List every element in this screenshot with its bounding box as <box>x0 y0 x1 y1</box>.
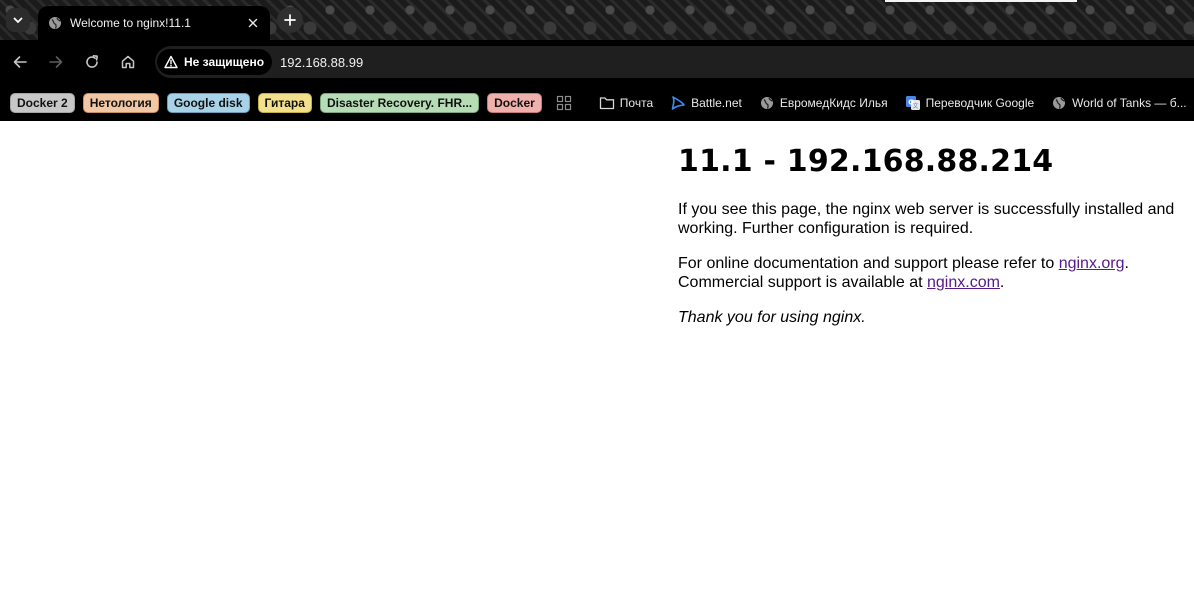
battlenet-icon <box>670 95 686 111</box>
bookmarks-bar: Docker 2 Нетология Google disk Гитара Di… <box>0 84 1194 121</box>
home-button[interactable] <box>116 50 140 74</box>
tab-group-chip[interactable]: Docker 2 <box>10 92 75 113</box>
support-text: For online documentation and support ple… <box>678 255 1059 272</box>
google-translate-icon: G文 <box>905 95 921 111</box>
tab-strip: Welcome to nginx!11.1 <box>0 0 1194 40</box>
bookmark-evromedkids[interactable]: ЕвромедКидс Илья <box>759 95 888 111</box>
bookmark-label: ЕвромедКидс Илья <box>779 95 888 110</box>
tab-group-chip[interactable]: Гитара <box>257 92 312 113</box>
support-paragraph: For online documentation and support ple… <box>678 254 1194 292</box>
home-icon <box>120 54 136 70</box>
plus-icon <box>284 14 296 26</box>
thanks-paragraph: Thank you for using nginx. <box>678 308 1194 327</box>
reload-button[interactable] <box>80 50 104 74</box>
globe-icon <box>48 16 62 30</box>
apps-grid-icon[interactable] <box>556 95 572 111</box>
back-arrow-icon <box>12 54 28 70</box>
bookmark-label: Переводчик Google <box>925 95 1035 110</box>
chevron-down-icon <box>12 14 24 26</box>
bookmark-label: Battle.net <box>691 95 742 110</box>
active-tab[interactable]: Welcome to nginx!11.1 <box>38 6 270 40</box>
reload-icon <box>84 54 100 70</box>
commercial-text: Commercial support is available at <box>678 274 927 291</box>
bookmark-world-of-tanks[interactable]: World of Tanks — б... <box>1051 95 1187 111</box>
address-bar[interactable]: Не защищено 192.168.88.99 <box>155 46 1194 78</box>
toolbar: Не защищено 192.168.88.99 <box>0 40 1194 84</box>
folder-icon <box>599 95 615 111</box>
forward-arrow-icon <box>48 54 64 70</box>
globe-icon <box>1051 95 1067 111</box>
thanks-text: Thank you for using nginx. <box>678 309 866 326</box>
page-content: 11.1 - 192.168.88.214 If you see this pa… <box>678 121 1194 327</box>
intro-paragraph: If you see this page, the nginx web serv… <box>678 201 1175 237</box>
tab-group-chip[interactable]: Disaster Recovery. FHR... <box>319 92 480 113</box>
new-tab-button[interactable] <box>277 7 303 33</box>
bookmark-google-translate[interactable]: G文 Переводчик Google <box>905 95 1035 111</box>
support-punct: . <box>1124 255 1129 272</box>
forward-button[interactable] <box>44 50 68 74</box>
bookmark-label: World of Tanks — б... <box>1072 95 1187 110</box>
commercial-punct: . <box>999 274 1005 291</box>
svg-text:文: 文 <box>912 102 918 110</box>
close-tab-icon[interactable] <box>244 14 262 32</box>
bookmark-label: Почта <box>619 95 654 110</box>
bookmark-folder-mail[interactable]: Почта <box>599 95 653 111</box>
bookmark-battlenet[interactable]: Battle.net <box>670 95 742 111</box>
globe-icon <box>759 95 775 111</box>
security-indicator[interactable]: Не защищено <box>157 49 273 75</box>
tab-group-chip[interactable]: Docker <box>487 92 542 113</box>
url-text[interactable]: 192.168.88.99 <box>280 55 363 70</box>
tab-group-chip[interactable]: Нетология <box>82 92 159 113</box>
nginx-org-link[interactable]: nginx.org <box>1059 255 1125 272</box>
page-heading: 11.1 - 192.168.88.214 <box>678 144 1054 179</box>
nginx-com-link[interactable]: nginx.com <box>927 274 1000 291</box>
security-label: Не защищено <box>184 55 265 69</box>
tab-group-chip[interactable]: Google disk <box>166 92 250 113</box>
tab-title: Welcome to nginx!11.1 <box>70 16 191 30</box>
warning-icon <box>164 55 178 69</box>
back-button[interactable] <box>8 50 32 74</box>
tab-search-button[interactable] <box>6 8 30 32</box>
tabstrip-decoration <box>885 0 1077 2</box>
